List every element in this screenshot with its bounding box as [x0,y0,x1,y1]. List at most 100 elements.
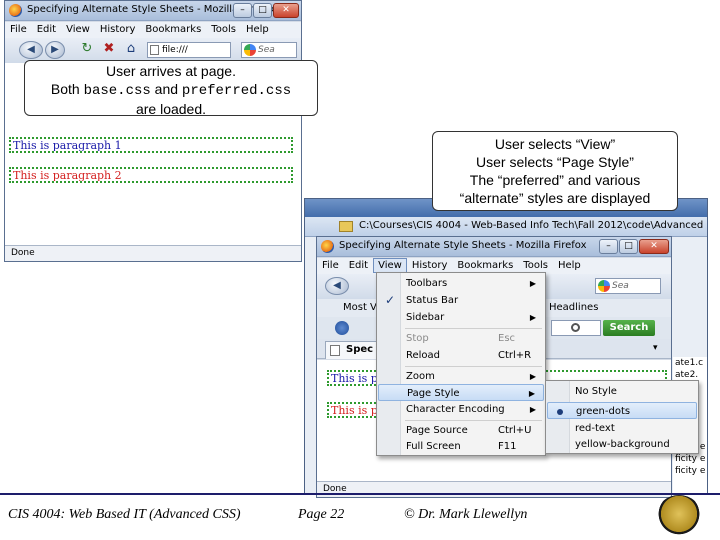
background-title-bar[interactable]: C:\Courses\CIS 4004 - Web-Based Info Tec… [305,217,707,237]
close-button[interactable]: ✕ [273,3,299,18]
minimize-button[interactable]: – [599,239,618,254]
footer-course: CIS 4004: Web Based IT (Advanced CSS) [8,507,241,522]
page-style-submenu: No Style green-dots red-text yellow-back… [545,380,699,454]
maximize-button[interactable]: □ [253,3,272,18]
address-text: file:/// [162,45,188,55]
firefox-icon [321,240,334,253]
firefox-window-initial: Specifying Alternate Style Sheets - Mozi… [4,0,302,262]
search-input[interactable]: Sea [595,278,661,294]
title-bar[interactable]: Specifying Alternate Style Sheets - Mozi… [5,1,301,21]
menu-history[interactable]: History [407,258,453,273]
footer-copyright: © Dr. Mark Llewellyn [404,507,528,522]
reload-button[interactable]: ↻ [77,41,97,59]
background-window-title: C:\Courses\CIS 4004 - Web-Based Info Tec… [359,220,708,231]
close-button[interactable]: ✕ [639,239,669,254]
paragraph-2: This is paragraph 2 [9,167,293,183]
minimize-button[interactable]: – [233,3,252,18]
style-option-yellow-background[interactable]: yellow-background [547,436,697,453]
menu-item-stop[interactable]: Stop Esc [378,330,544,347]
menu-bar: File Edit View History Bookmarks Tools Help [5,22,301,38]
submenu-arrow-icon: ▶ [529,405,536,414]
menu-item-status-bar[interactable]: ✓ Status Bar [378,292,544,309]
back-button[interactable]: ◀ [19,41,43,59]
menu-item-sidebar[interactable]: Sidebar ▶ [378,309,544,326]
menu-item-full-screen[interactable]: Full Screen F11 [378,438,544,455]
callout-arrives: User arrives at page. Both base.css and … [24,60,318,117]
preferred-css-filename: preferred.css [181,83,292,99]
menu-file[interactable]: File [5,22,32,37]
callout-arrives-line3: are loaded. [135,101,207,117]
callout-arrives-line1: User arrives at page. [106,63,236,79]
tab-page-icon [330,345,340,356]
menu-view[interactable]: View [61,22,95,37]
bookmark-most-visited[interactable]: Most V [343,299,377,317]
slide-footer: CIS 4004: Web Based IT (Advanced CSS) Pa… [0,493,720,540]
submenu-arrow-icon: ▶ [529,372,536,381]
radio-selected-icon [557,409,563,415]
callout-selects-line4: “alternate” styles are displayed [459,190,651,206]
footer-rule [0,493,720,495]
base-css-filename: base.css [83,83,151,99]
tab-label: Spec [346,344,374,355]
forward-button[interactable]: ▶ [45,41,65,59]
menu-tools[interactable]: Tools [206,22,241,37]
title-bar[interactable]: Specifying Alternate Style Sheets - Mozi… [317,237,671,257]
menu-item-reload[interactable]: Reload Ctrl+R [378,347,544,364]
home-button[interactable]: ⌂ [121,41,141,59]
menu-item-toolbars[interactable]: Toolbars ▶ [378,275,544,292]
callout-selects-line3: The “preferred” and various [469,172,641,188]
submenu-arrow-icon: ▶ [528,389,535,398]
menu-edit[interactable]: Edit [32,22,61,37]
menu-separator [405,328,542,329]
check-icon: ✓ [385,293,396,307]
google-icon [244,44,256,56]
search-icon[interactable] [571,323,580,332]
firefox-icon [9,4,22,17]
window-title: Specifying Alternate Style Sheets - Mozi… [339,240,587,251]
status-text: Done [11,248,35,258]
search-placeholder: Sea [258,45,275,55]
callout-arrives-line2: Both base.css and preferred.css [50,81,292,99]
page-icon [150,45,159,55]
tab-scroll-icon[interactable]: ▾ [653,343,658,353]
style-option-red-text[interactable]: red-text [547,420,697,437]
menu-separator [405,366,542,367]
menu-separator [405,420,542,421]
view-menu-dropdown: Toolbars ▶ ✓ Status Bar Sidebar ▶ Stop Esc R… [376,272,546,456]
menu-help[interactable]: Help [241,22,274,37]
callout-selects-line1: User selects “View” [494,136,616,152]
submenu-arrow-icon: ▶ [529,313,536,322]
menu-history[interactable]: History [95,22,141,37]
menu-bookmarks[interactable]: Bookmarks [140,22,206,37]
style-option-green-dots[interactable]: green-dots [547,402,697,419]
style-option-no-style[interactable]: No Style [547,383,697,400]
menu-item-character-encoding[interactable]: Character Encoding ▶ [378,401,544,418]
menu-tools[interactable]: Tools [518,258,553,273]
bookmark-headlines[interactable]: Headlines [549,299,598,317]
university-logo [656,495,702,537]
menu-edit[interactable]: Edit [344,258,373,273]
address-bar[interactable]: file:/// [147,42,231,58]
menu-file[interactable]: File [317,258,344,273]
google-icon [598,280,610,292]
site-icon [335,321,349,335]
maximize-button[interactable]: □ [619,239,638,254]
menu-item-page-source[interactable]: Page Source Ctrl+U [378,422,544,439]
callout-selects-line2: User selects “Page Style” [476,154,634,170]
menu-view[interactable]: View [373,258,407,273]
folder-icon [339,221,353,232]
menu-item-zoom[interactable]: Zoom ▶ [378,368,544,385]
menu-item-page-style[interactable]: Page Style ▶ [378,384,544,401]
back-button[interactable]: ◀ [325,277,349,295]
status-bar: Done [5,245,301,261]
menu-bookmarks[interactable]: Bookmarks [452,258,518,273]
submenu-arrow-icon: ▶ [529,279,536,288]
stop-button[interactable]: ✖ [99,41,119,59]
search-button[interactable]: Search [603,320,655,336]
search-input[interactable]: Sea [241,42,297,58]
paragraph-1: This is paragraph 1 [9,137,293,153]
callout-selects: User selects “View” User selects “Page S… [432,131,678,211]
menu-help[interactable]: Help [553,258,586,273]
search-placeholder: Sea [612,281,629,291]
footer-page-number: Page 22 [298,507,345,522]
